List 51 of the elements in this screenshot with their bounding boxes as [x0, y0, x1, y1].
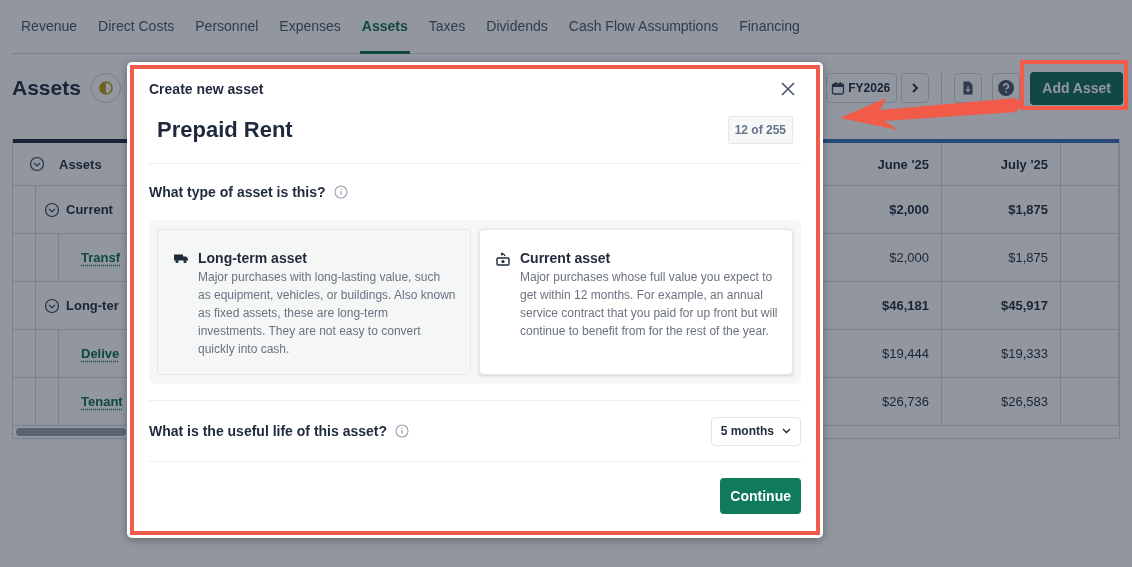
table-cell: $26,583	[942, 378, 1061, 426]
info-icon	[395, 424, 410, 438]
page-title: Assets	[12, 76, 81, 100]
tab[interactable]: Direct Costs	[96, 0, 177, 54]
column-header: July '25	[942, 143, 1061, 186]
close-button[interactable]	[779, 80, 797, 98]
tab[interactable]: Cash Flow Assumptions	[566, 0, 721, 54]
chevron-down-icon	[782, 428, 791, 434]
row-label: Current	[66, 202, 113, 217]
info-icon	[333, 185, 348, 199]
life-dropdown[interactable]: 5 months	[710, 416, 801, 446]
option-title: Current asset	[520, 250, 612, 266]
row-link[interactable]: Delive	[81, 346, 120, 361]
document-download-icon	[961, 80, 976, 96]
question-label: What type of asset is this?	[149, 184, 326, 200]
close-icon	[781, 82, 795, 96]
truck-icon	[174, 252, 188, 264]
row-link[interactable]: Transf	[81, 250, 120, 265]
table-cell: $19,333	[942, 330, 1061, 378]
asset-name: Prepaid Rent	[157, 117, 293, 143]
add-asset-button[interactable]: Add Asset	[1030, 71, 1123, 105]
table-cell: $45,917	[942, 282, 1061, 330]
tab[interactable]: Dividends	[484, 0, 550, 54]
export-button[interactable]	[954, 73, 983, 103]
question-label: What is the useful life of this asset?	[149, 423, 388, 439]
period-button[interactable]: FY2026	[826, 73, 898, 103]
cash-refresh-icon	[496, 252, 510, 266]
option-description: Major purchases with long-lasting value, such as equipment, vehicles, or buildings. Also known as fixed assets, these are long-term investments. They are not easy to convert quickly into cash.	[198, 269, 456, 358]
row-label: Long-ter	[66, 298, 119, 313]
continue-button[interactable]: Continue	[720, 478, 801, 514]
option-title: Long-term asset	[198, 250, 308, 266]
row-link[interactable]: Tenant	[81, 394, 123, 409]
tab[interactable]: Expenses	[277, 0, 343, 54]
tab[interactable]: Personnel	[193, 0, 261, 54]
dialog-title: Create new asset	[149, 81, 264, 97]
counter-badge: 12 of 255	[727, 116, 793, 144]
tab[interactable]: Revenue	[19, 0, 80, 54]
option-card[interactable]	[157, 229, 471, 375]
option-card[interactable]	[479, 229, 793, 375]
option-description: Major purchases whose full value you expect to get within 12 months. For example, an annual service contract that you paid for up front but will continue to benefit from for the rest of the year.	[520, 269, 778, 340]
tab[interactable]: Assets	[359, 0, 410, 54]
calendar-icon	[831, 81, 846, 95]
tab[interactable]: Taxes	[426, 0, 468, 54]
table-cell: $1,875	[942, 234, 1061, 282]
scrollbar-thumb[interactable]	[16, 428, 126, 436]
half-circle-icon	[97, 80, 114, 96]
next-button[interactable]	[901, 73, 930, 103]
table-cell: $1,875	[942, 186, 1061, 234]
tab[interactable]: Financing	[737, 0, 802, 54]
column-header: Assets	[59, 156, 102, 172]
help-icon	[998, 80, 1015, 96]
